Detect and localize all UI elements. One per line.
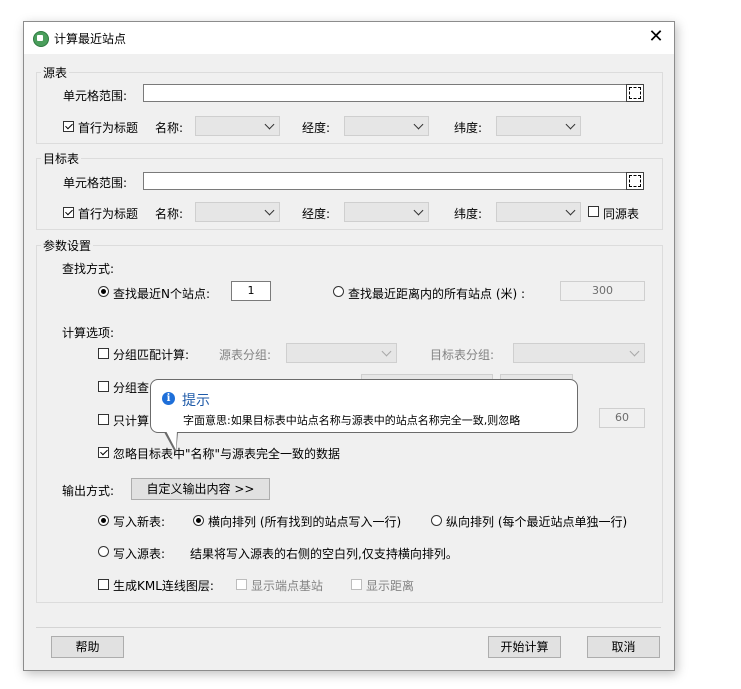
only-calc-checkbox[interactable]: [98, 414, 109, 425]
source-header-row-checkbox[interactable]: [63, 121, 74, 132]
source-group-field-label: 源表分组:: [219, 348, 272, 362]
target-name-label: 名称:: [155, 207, 184, 221]
show-distance-label: 显示距离: [366, 579, 415, 593]
calc-options-label: 计算选项:: [62, 326, 115, 340]
write-new-radio[interactable]: [98, 515, 109, 526]
nearest-n-input[interactable]: 1: [231, 281, 271, 301]
target-range-input[interactable]: [143, 172, 627, 190]
source-lon-label: 经度:: [302, 121, 331, 135]
write-source-note: 结果将写入源表的右侧的空白列,仅支持横向排列。: [190, 547, 458, 561]
kml-label: 生成KML连线图层:: [113, 579, 214, 593]
help-button[interactable]: 帮助: [51, 636, 124, 658]
tooltip-tail-inner: [166, 431, 177, 450]
within-distance-input[interactable]: 300: [560, 281, 645, 301]
same-as-source-label: 同源表: [603, 207, 640, 221]
params-group-label: 参数设置: [41, 237, 94, 254]
kml-checkbox[interactable]: [98, 579, 109, 590]
bottom-separator: [36, 627, 661, 628]
vertical-radio[interactable]: [431, 515, 442, 526]
custom-output-button[interactable]: 自定义输出内容 >>: [131, 478, 270, 500]
chevron-down-icon: [264, 205, 275, 216]
within-distance-radio[interactable]: [333, 286, 344, 297]
show-distance-checkbox[interactable]: [351, 579, 362, 590]
output-mode-label: 输出方式:: [62, 484, 115, 498]
target-lon-combo[interactable]: [344, 202, 429, 222]
chevron-down-icon: [565, 205, 576, 216]
target-name-combo[interactable]: [195, 202, 280, 222]
group-match-label: 分组匹配计算:: [113, 348, 190, 362]
app-icon: [33, 31, 49, 47]
within-distance-label: 查找最近距离内的所有站点 (米) :: [348, 287, 526, 301]
window-title: 计算最近站点: [54, 32, 127, 46]
group-match-checkbox[interactable]: [98, 348, 109, 359]
chevron-down-icon: [565, 119, 576, 130]
source-range-label: 单元格范围:: [63, 89, 128, 103]
nearest-n-radio[interactable]: [98, 286, 109, 297]
source-range-input[interactable]: [143, 84, 627, 102]
close-icon[interactable]: ✕: [646, 27, 666, 47]
target-group-combo[interactable]: [513, 343, 645, 363]
write-source-radio[interactable]: [98, 546, 109, 557]
ignore-same-checkbox[interactable]: [98, 447, 109, 458]
source-header-row-label: 首行为标题: [78, 121, 139, 135]
target-lon-label: 经度:: [302, 207, 331, 221]
ignore-same-label: 忽略目标表中"名称"与源表完全一致的数据: [113, 447, 341, 461]
source-name-combo[interactable]: [195, 116, 280, 136]
tooltip-text: 字面意思:如果目标表中站点名称与源表中的站点名称完全一致,则忽略: [183, 414, 521, 427]
only-calc-label: 只计算: [113, 414, 150, 428]
same-as-source-checkbox[interactable]: [588, 206, 599, 217]
horizontal-radio[interactable]: [193, 515, 204, 526]
source-lon-combo[interactable]: [344, 116, 429, 136]
target-lat-label: 纬度:: [454, 207, 483, 221]
source-group-combo[interactable]: [286, 343, 397, 363]
find-mode-label: 查找方式:: [62, 262, 115, 276]
tooltip-title: 提示: [182, 393, 210, 409]
target-group-field-label: 目标表分组:: [430, 348, 495, 362]
source-lat-label: 纬度:: [454, 121, 483, 135]
group-find-label: 分组查: [113, 381, 150, 395]
source-name-label: 名称:: [155, 121, 184, 135]
source-lat-combo[interactable]: [496, 116, 581, 136]
write-source-label: 写入源表:: [113, 547, 166, 561]
show-endpoint-checkbox[interactable]: [236, 579, 247, 590]
only-calc-input[interactable]: 60: [599, 408, 645, 428]
cancel-button[interactable]: 取消: [587, 636, 660, 658]
title-bar: 计算最近站点 ✕: [24, 22, 674, 54]
target-range-label: 单元格范围:: [63, 176, 128, 190]
chevron-down-icon: [413, 119, 424, 130]
target-lat-combo[interactable]: [496, 202, 581, 222]
info-icon: i: [162, 392, 175, 405]
show-endpoint-label: 显示端点基站: [251, 579, 324, 593]
source-group-label: 源表: [41, 64, 70, 81]
chevron-down-icon: [413, 205, 424, 216]
horizontal-label: 横向排列 (所有找到的站点写入一行): [208, 515, 402, 529]
chevron-down-icon: [629, 346, 640, 357]
start-button[interactable]: 开始计算: [488, 636, 561, 658]
nearest-n-label: 查找最近N个站点:: [113, 287, 211, 301]
chevron-down-icon: [264, 119, 275, 130]
target-range-select-icon[interactable]: [626, 172, 644, 190]
target-header-row-checkbox[interactable]: [63, 207, 74, 218]
target-group-label: 目标表: [41, 150, 82, 167]
vertical-label: 纵向排列 (每个最近站点单独一行): [446, 515, 628, 529]
write-new-label: 写入新表:: [113, 515, 166, 529]
source-range-select-icon[interactable]: [626, 84, 644, 102]
chevron-down-icon: [381, 346, 392, 357]
target-header-row-label: 首行为标题: [78, 207, 139, 221]
group-find-checkbox[interactable]: [98, 381, 109, 392]
